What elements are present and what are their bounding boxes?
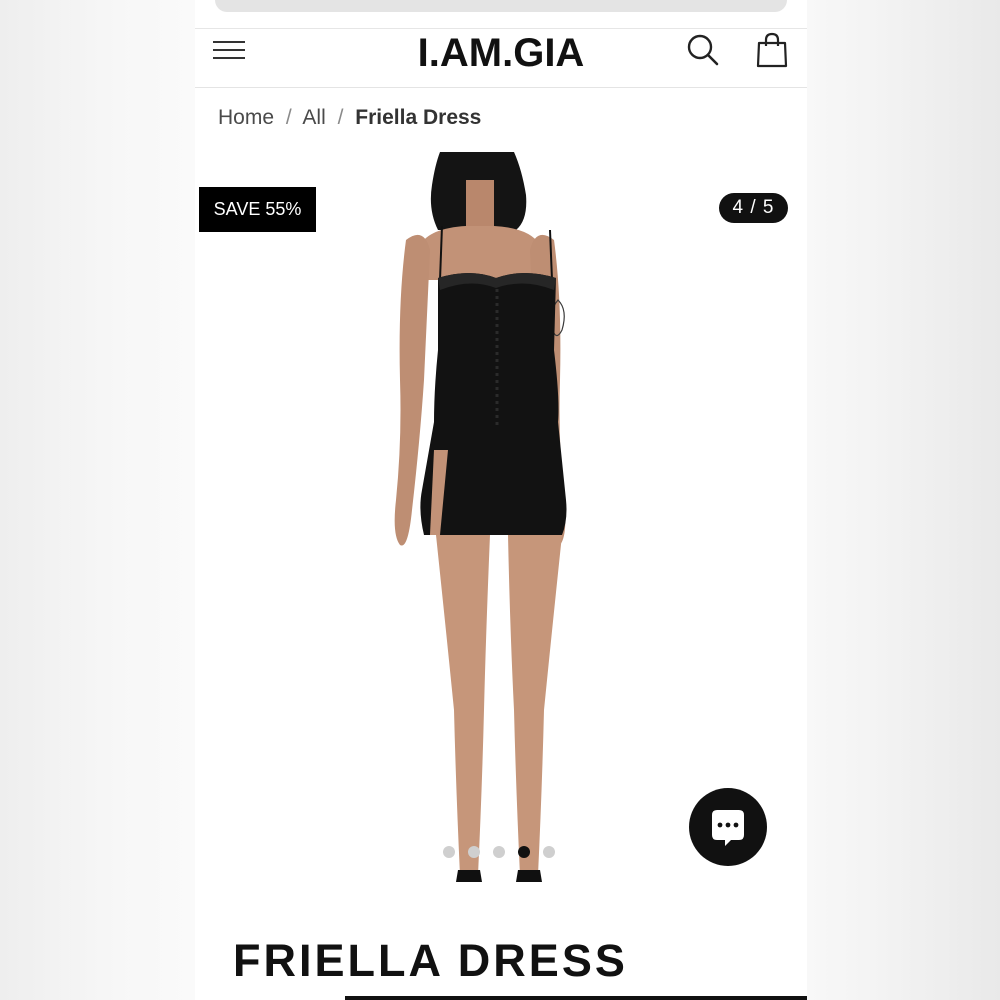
pagination-dot[interactable] [543,846,555,858]
blurred-background-left [0,0,195,1000]
scroll-indicator [345,996,807,1000]
sale-badge: SAVE 55% [199,187,316,232]
shopping-bag-icon[interactable] [755,32,789,68]
pagination-dot[interactable] [493,846,505,858]
breadcrumb-separator: / [337,106,344,129]
product-title: FRIELLA DRESS [233,935,628,986]
gallery-pagination [443,845,568,859]
blurred-background-right [805,0,1000,1000]
pagination-dot[interactable] [443,846,455,858]
breadcrumb-all-link[interactable]: All [302,106,325,129]
product-image[interactable] [390,150,620,885]
pagination-dot[interactable] [468,846,480,858]
breadcrumb: Home / All / Friella Dress [218,106,481,130]
site-header: I.AM.GIA [195,28,807,88]
chat-bubble-icon [712,810,744,846]
product-image-gallery[interactable]: SAVE 55% 4 / 5 [195,150,807,885]
chat-button[interactable] [689,788,767,866]
search-icon[interactable] [685,32,721,68]
pagination-dot-active[interactable] [518,846,530,858]
image-counter: 4 / 5 [719,193,788,223]
browser-address-bar[interactable] [215,0,787,12]
breadcrumb-home-link[interactable]: Home [218,106,274,129]
breadcrumb-current: Friella Dress [355,106,482,129]
breadcrumb-separator: / [285,106,292,129]
mobile-page: I.AM.GIA Home / All / Friella Dress SAVE… [195,0,807,1000]
